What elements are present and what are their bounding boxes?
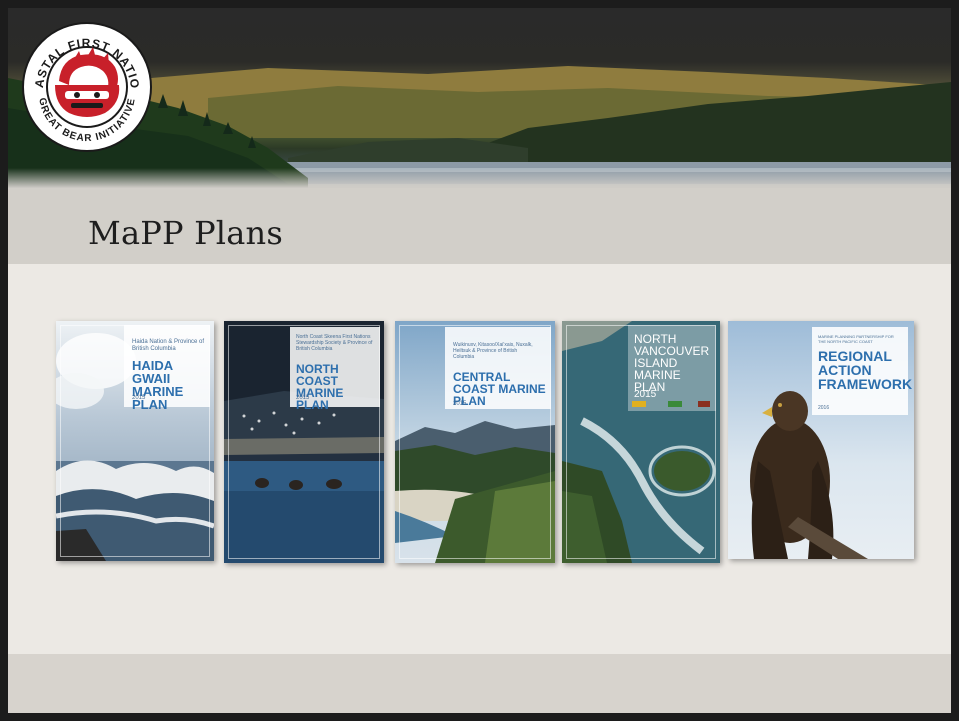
footer-band — [8, 654, 951, 713]
cover-3-border — [399, 325, 551, 559]
slide: COASTAL FIRST NATIONS GREAT BEAR INITIAT… — [0, 0, 959, 721]
coastal-first-nations-logo: COASTAL FIRST NATIONS GREAT BEAR INITIAT… — [21, 21, 153, 153]
svg-text:GREAT BEAR INITIATIVE: GREAT BEAR INITIATIVE — [36, 97, 138, 144]
content-area: Haida Nation & Province of British Colum… — [8, 264, 951, 654]
cover-5-title: REGIONAL ACTION FRAMEWORK — [818, 348, 913, 392]
cover-4-border — [566, 325, 716, 559]
svg-text:COASTAL FIRST NATIONS: COASTAL FIRST NATIONS — [21, 21, 142, 90]
cover-5-subtitle: MARINE PLANNING PARTNERSHIP FOR THE NORT… — [818, 334, 894, 344]
cover-haida-gwaii-marine-plan: Haida Nation & Province of British Colum… — [56, 321, 214, 561]
cover-2-border — [228, 325, 380, 559]
banner-fade — [8, 168, 951, 188]
logo-top-text: COASTAL FIRST NATIONS — [21, 21, 141, 90]
cover-5-year: 2016 — [818, 405, 830, 411]
slide-title: MaPP Plans — [88, 214, 283, 252]
cover-regional-action-framework: MARINE PLANNING PARTNERSHIP FOR THE NORT… — [728, 321, 914, 559]
cover-1-border — [60, 325, 210, 557]
slide-frame: COASTAL FIRST NATIONS GREAT BEAR INITIAT… — [8, 8, 951, 713]
logo-text-ring: COASTAL FIRST NATIONS GREAT BEAR INITIAT… — [21, 21, 142, 144]
title-band: MaPP Plans — [8, 188, 951, 264]
cover-central-coast-marine-plan: Wuikinuxv, Kitasoo/Xai'xais, Nuxalk, Hei… — [395, 321, 555, 563]
cover-north-coast-marine-plan: North Coast Skeena First Nations Steward… — [224, 321, 384, 563]
cover-north-vancouver-island-marine-plan: NORTH VANCOUVER ISLAND MARINE PLAN 2015 — [562, 321, 720, 563]
logo-bottom-text: GREAT BEAR INITIATIVE — [36, 97, 137, 144]
